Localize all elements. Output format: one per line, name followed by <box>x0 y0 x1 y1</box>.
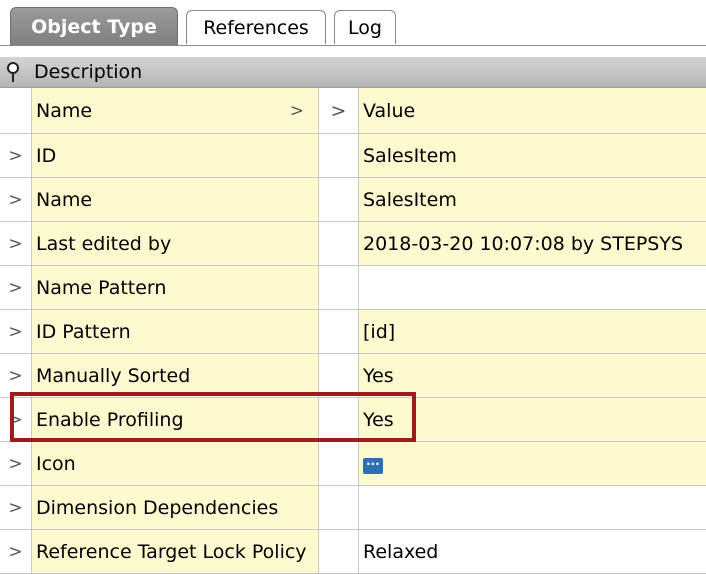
row-spacer <box>319 310 359 353</box>
tab-bar: Object Type References Log <box>0 0 706 46</box>
column-header-row: Name > > Value <box>0 88 706 134</box>
table-row[interactable]: > Manually Sorted Yes <box>0 354 706 398</box>
property-value[interactable] <box>359 442 706 485</box>
expand-column-header <box>0 88 32 133</box>
tab-divider <box>0 45 706 46</box>
description-section-header[interactable]: Description <box>0 57 706 88</box>
property-value[interactable] <box>359 486 706 529</box>
row-expand-icon[interactable]: > <box>0 178 32 221</box>
property-value[interactable]: SalesItem <box>359 134 706 177</box>
object-type-icon <box>363 454 383 474</box>
table-row[interactable]: > Enable Profiling Yes <box>0 398 706 442</box>
row-expand-icon[interactable]: > <box>0 222 32 265</box>
tab-log[interactable]: Log <box>334 10 396 44</box>
row-expand-icon[interactable]: > <box>0 530 32 573</box>
table-row[interactable]: > Last edited by 2018-03-20 10:07:08 by … <box>0 222 706 266</box>
property-name: Enable Profiling <box>32 398 319 441</box>
section-title: Description <box>34 61 143 83</box>
property-value[interactable]: Relaxed <box>359 530 706 573</box>
table-row[interactable]: > Reference Target Lock Policy Relaxed <box>0 530 706 574</box>
property-name: ID Pattern <box>32 310 319 353</box>
row-expand-icon[interactable]: > <box>0 310 32 353</box>
row-spacer <box>319 442 359 485</box>
chevron-right-icon[interactable]: > <box>319 88 359 133</box>
table-row[interactable]: > Dimension Dependencies <box>0 486 706 530</box>
property-name: Manually Sorted <box>32 354 319 397</box>
row-spacer <box>319 398 359 441</box>
row-spacer <box>319 266 359 309</box>
tab-object-type[interactable]: Object Type <box>10 7 178 46</box>
row-expand-icon[interactable]: > <box>0 134 32 177</box>
property-value[interactable]: [id] <box>359 310 706 353</box>
table-row[interactable]: > Name Pattern <box>0 266 706 310</box>
row-expand-icon[interactable]: > <box>0 266 32 309</box>
row-expand-icon[interactable]: > <box>0 442 32 485</box>
tab-references[interactable]: References <box>186 10 326 44</box>
row-expand-icon[interactable]: > <box>0 486 32 529</box>
table-row[interactable]: > Icon <box>0 442 706 486</box>
row-expand-icon[interactable]: > <box>0 354 32 397</box>
property-value[interactable]: Yes <box>359 354 706 397</box>
table-row[interactable]: > ID Pattern [id] <box>0 310 706 354</box>
property-name: Dimension Dependencies <box>32 486 319 529</box>
property-name: Icon <box>32 442 319 485</box>
property-value[interactable]: 2018-03-20 10:07:08 by STEPSYS <box>359 222 706 265</box>
chevron-right-icon[interactable]: > <box>290 101 304 121</box>
table-row[interactable]: > ID SalesItem <box>0 134 706 178</box>
property-name: Name Pattern <box>32 266 319 309</box>
property-name: Reference Target Lock Policy <box>32 530 319 573</box>
property-name: Last edited by <box>32 222 319 265</box>
row-spacer <box>319 222 359 265</box>
tab-label: Log <box>348 16 382 39</box>
row-expand-icon[interactable]: > <box>0 398 32 441</box>
row-spacer <box>319 354 359 397</box>
tab-label: Object Type <box>31 16 157 38</box>
row-spacer <box>319 486 359 529</box>
property-name: ID <box>32 134 319 177</box>
property-value[interactable]: Yes <box>359 398 706 441</box>
value-column-label: Value <box>363 99 416 122</box>
row-spacer <box>319 178 359 221</box>
property-name: Name <box>32 178 319 221</box>
property-value[interactable] <box>359 266 706 309</box>
name-column-header[interactable]: Name > <box>32 88 319 133</box>
value-column-header[interactable]: Value <box>359 88 706 133</box>
tab-label: References <box>203 16 309 39</box>
property-grid: Name > > Value > ID SalesItem > Name Sal… <box>0 88 706 574</box>
pin-icon[interactable] <box>0 57 34 87</box>
property-value[interactable]: SalesItem <box>359 178 706 221</box>
row-spacer <box>319 530 359 573</box>
table-row[interactable]: > Name SalesItem <box>0 178 706 222</box>
name-column-label: Name <box>36 99 93 122</box>
row-spacer <box>319 134 359 177</box>
